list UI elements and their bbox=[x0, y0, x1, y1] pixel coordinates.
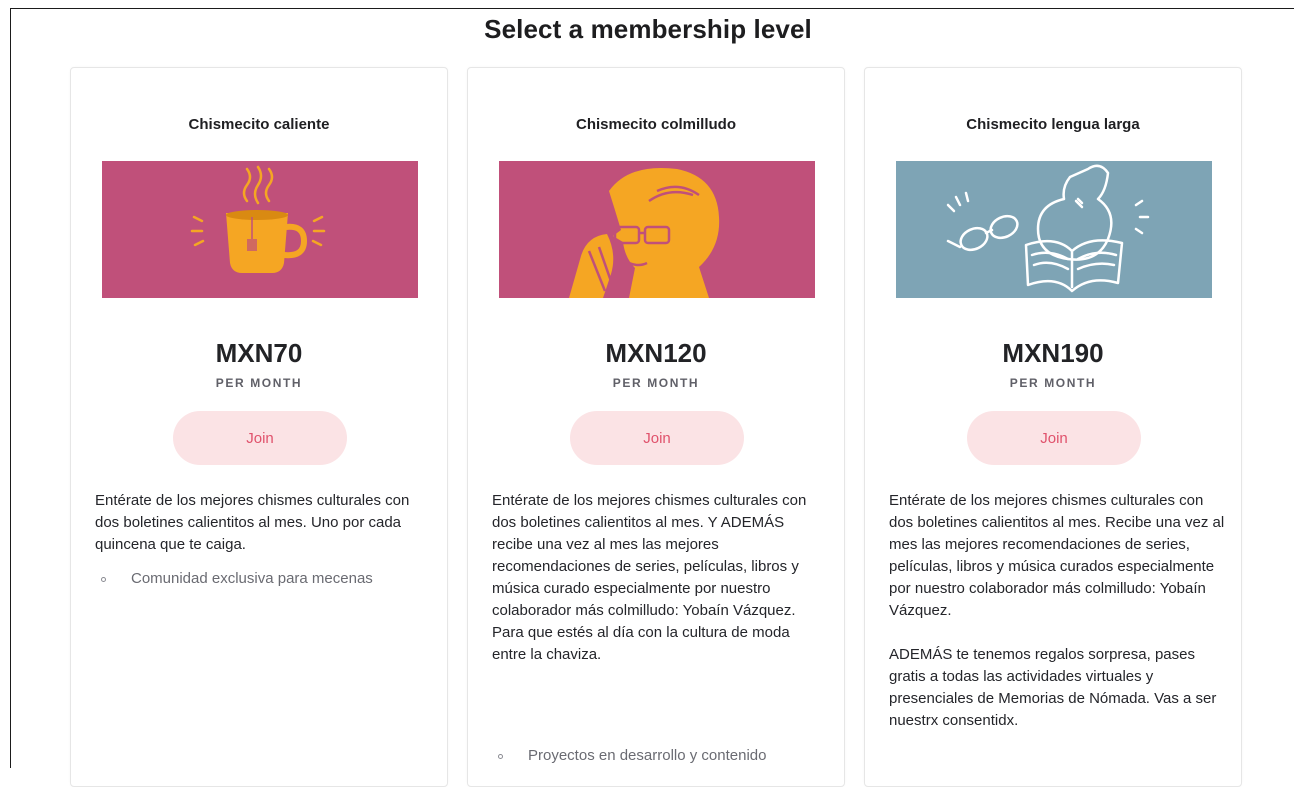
join-button-lengua-larga[interactable]: Join bbox=[967, 411, 1141, 465]
benefit-item: Proyectos en desarrollo y contenido bbox=[492, 745, 822, 767]
benefit-list: Proyectos en desarrollo y contenido bbox=[492, 745, 822, 767]
tier-name: Chismecito lengua larga bbox=[966, 116, 1140, 133]
tier-description: Entérate de los mejores chismes cultural… bbox=[95, 490, 431, 556]
tier-name: Chismecito caliente bbox=[188, 116, 330, 133]
membership-card-caliente: Chismecito caliente MXN70 PER MONTH Join… bbox=[70, 67, 448, 787]
tier-price: MXN190 bbox=[1002, 338, 1104, 368]
page-title: Select a membership level bbox=[484, 14, 812, 44]
tier-description: Entérate de los mejores chismes cultural… bbox=[889, 490, 1225, 732]
coffee-cup-illustration bbox=[102, 161, 418, 298]
whispering-person-illustration bbox=[499, 161, 815, 298]
membership-card-colmilludo: Chismecito colmilludo MXN120 PER MONTH J… bbox=[467, 67, 845, 787]
glasses-book-illustration bbox=[896, 161, 1212, 298]
join-button-caliente[interactable]: Join bbox=[173, 411, 347, 465]
description-paragraph: Entérate de los mejores chismes cultural… bbox=[492, 492, 807, 663]
description-paragraph: ADEMÁS te tenemos regalos sorpresa, pase… bbox=[889, 646, 1217, 729]
tier-description: Entérate de los mejores chismes cultural… bbox=[492, 490, 828, 666]
benefit-item: Comunidad exclusiva para mecenas bbox=[95, 568, 425, 590]
description-paragraph: Entérate de los mejores chismes cultural… bbox=[95, 492, 410, 553]
tier-price: MXN120 bbox=[605, 338, 707, 368]
description-paragraph: Entérate de los mejores chismes cultural… bbox=[889, 492, 1225, 619]
join-button-colmilludo[interactable]: Join bbox=[570, 411, 744, 465]
tier-name: Chismecito colmilludo bbox=[575, 116, 737, 133]
tier-period: PER MONTH bbox=[1009, 376, 1097, 390]
tier-period: PER MONTH bbox=[215, 376, 303, 390]
membership-card-lengua-larga: Chismecito lengua larga MXN190 PER MONTH… bbox=[864, 67, 1242, 787]
tier-price: MXN70 bbox=[215, 338, 303, 368]
tier-period: PER MONTH bbox=[612, 376, 700, 390]
benefit-list: Comunidad exclusiva para mecenas bbox=[95, 568, 425, 590]
